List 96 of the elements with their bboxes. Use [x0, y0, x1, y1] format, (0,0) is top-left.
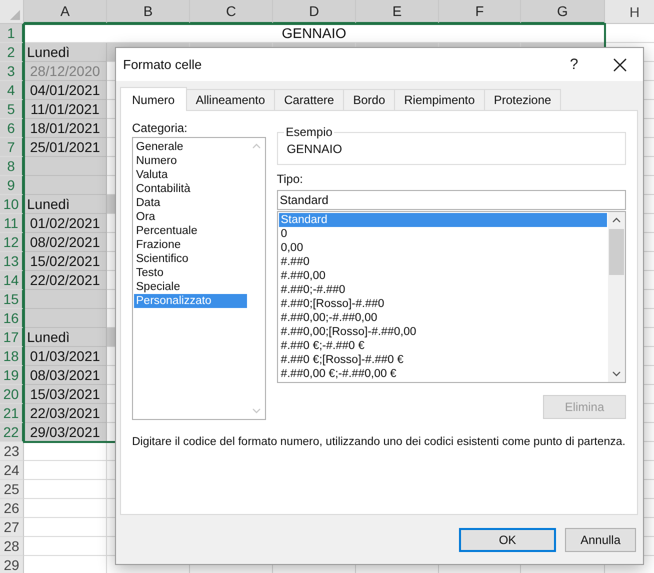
- format-item[interactable]: #.##0,00;-#.##0,00: [278, 311, 607, 325]
- scrollbar[interactable]: [608, 212, 625, 382]
- category-item[interactable]: Generale: [134, 140, 247, 154]
- ok-button[interactable]: OK: [459, 528, 556, 552]
- column-header[interactable]: E: [356, 0, 439, 24]
- type-input-field[interactable]: Standard: [276, 190, 626, 210]
- category-item[interactable]: Percentuale: [134, 224, 247, 238]
- category-item[interactable]: Contabilità: [134, 182, 247, 196]
- format-item[interactable]: #.##0,00;[Rosso]-#.##0,00: [278, 325, 607, 339]
- row-header[interactable]: 14: [0, 271, 24, 290]
- format-item[interactable]: #.##0;[Rosso]-#.##0: [278, 297, 607, 311]
- category-label: Categoria:: [132, 121, 188, 136]
- row-header[interactable]: 1: [0, 24, 24, 43]
- sample-value: GENNAIO: [286, 141, 344, 158]
- format-item[interactable]: 0: [278, 227, 607, 241]
- category-item[interactable]: Speciale: [134, 280, 247, 294]
- row-header[interactable]: 23: [0, 442, 24, 461]
- row-header[interactable]: 13: [0, 252, 24, 271]
- row-header[interactable]: 21: [0, 404, 24, 423]
- date-text: 25/01/2021: [30, 138, 100, 156]
- category-item[interactable]: Numero: [134, 154, 247, 168]
- row-header[interactable]: 6: [0, 119, 24, 138]
- row-header[interactable]: 7: [0, 138, 24, 157]
- row-header[interactable]: 9: [0, 176, 24, 195]
- format-item[interactable]: #.##0,00: [278, 269, 607, 283]
- row-header[interactable]: 16: [0, 309, 24, 328]
- row-header[interactable]: 3: [0, 62, 24, 81]
- weekday-label: Lunedì: [27, 196, 70, 212]
- column-header[interactable]: F: [439, 0, 521, 24]
- tab[interactable]: Numero: [120, 87, 187, 111]
- weekday-label: Lunedì: [27, 329, 70, 345]
- row-header[interactable]: 22: [0, 423, 24, 442]
- format-item[interactable]: #.##0: [278, 255, 607, 269]
- format-item[interactable]: #.##0,00 €;-#.##0,00 €: [278, 367, 607, 381]
- row-header[interactable]: 2: [0, 43, 24, 62]
- category-item[interactable]: Data: [134, 196, 247, 210]
- date-text: 18/01/2021: [30, 119, 100, 137]
- scroll-down-icon[interactable]: [612, 371, 621, 377]
- row-header[interactable]: 12: [0, 233, 24, 252]
- cancel-button[interactable]: Annulla: [565, 528, 636, 552]
- category-item[interactable]: Frazione: [134, 238, 247, 252]
- row-header[interactable]: 29: [0, 556, 24, 573]
- row-header[interactable]: 18: [0, 347, 24, 366]
- date-text: 11/01/2021: [30, 100, 100, 118]
- select-all-button[interactable]: [0, 0, 24, 24]
- weekday-label: Lunedì: [27, 44, 70, 60]
- scroll-thumb[interactable]: [609, 229, 624, 275]
- date-text: 22/03/2021: [30, 404, 100, 422]
- description-text: Digitare il codice del formato numero, utilizzando uno dei codici esistenti come punto di partenza.: [132, 435, 626, 450]
- triangle-icon: [10, 10, 20, 20]
- row-header[interactable]: 24: [0, 461, 24, 480]
- row-header[interactable]: 20: [0, 385, 24, 404]
- row-header[interactable]: 5: [0, 100, 24, 119]
- format-item[interactable]: #.##0;-#.##0: [278, 283, 607, 297]
- format-item[interactable]: #.##0 €;-#.##0 €: [278, 339, 607, 353]
- date-text: 04/01/2021: [30, 81, 100, 99]
- date-text: 08/02/2021: [30, 233, 100, 251]
- month-title: GENNAIO: [282, 25, 346, 41]
- row-header[interactable]: 4: [0, 81, 24, 100]
- row-header[interactable]: 17: [0, 328, 24, 347]
- date-text: 15/03/2021: [30, 385, 100, 403]
- date-text: 15/02/2021: [30, 252, 100, 270]
- row-header[interactable]: 28: [0, 537, 24, 556]
- date-text: 01/02/2021: [30, 214, 100, 232]
- scroll-up-icon[interactable]: [612, 217, 621, 223]
- date-text: 29/03/2021: [30, 423, 100, 441]
- row-header[interactable]: 19: [0, 366, 24, 385]
- sample-legend: Esempio: [284, 125, 334, 139]
- row-header[interactable]: 25: [0, 480, 24, 499]
- format-item[interactable]: 0,00: [278, 241, 607, 255]
- column-header[interactable]: A: [24, 0, 107, 24]
- row-header[interactable]: 26: [0, 499, 24, 518]
- row-header[interactable]: 15: [0, 290, 24, 309]
- close-icon: [613, 58, 627, 72]
- category-item[interactable]: Ora: [134, 210, 247, 224]
- row-header[interactable]: 27: [0, 518, 24, 537]
- category-item[interactable]: Testo: [134, 266, 247, 280]
- date-text: 01/03/2021: [30, 347, 100, 365]
- type-label: Tipo:: [276, 172, 303, 187]
- date-text: 08/03/2021: [30, 366, 100, 384]
- format-item[interactable]: #.##0 €;[Rosso]-#.##0 €: [278, 353, 607, 367]
- column-header[interactable]: H: [605, 0, 654, 24]
- dialog-title: Formato celle: [123, 57, 203, 72]
- row-header[interactable]: 10: [0, 195, 24, 214]
- category-item[interactable]: Valuta: [134, 168, 247, 182]
- help-button[interactable]: ?: [551, 48, 597, 81]
- date-text: 22/02/2021: [30, 271, 100, 289]
- tab[interactable]: Protezione: [484, 89, 562, 110]
- column-header[interactable]: B: [107, 0, 190, 24]
- column-header[interactable]: G: [521, 0, 605, 24]
- row-header[interactable]: 8: [0, 157, 24, 176]
- category-item[interactable]: Scientifico: [134, 252, 247, 266]
- date-text: 28/12/2020: [30, 62, 100, 80]
- row-header[interactable]: 11: [0, 214, 24, 233]
- column-header[interactable]: C: [190, 0, 273, 24]
- column-header[interactable]: D: [273, 0, 356, 24]
